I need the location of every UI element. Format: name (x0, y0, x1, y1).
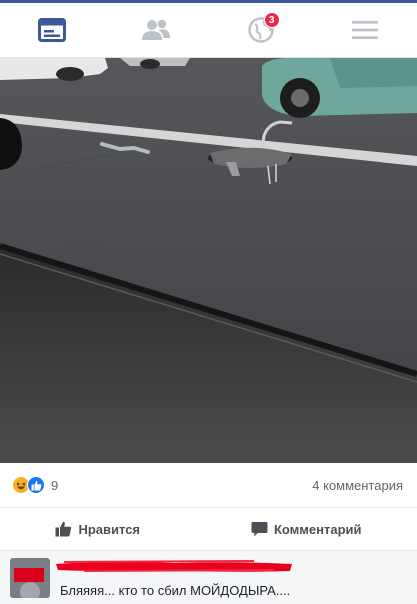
reaction-count: 9 (51, 477, 59, 493)
comments-count-link[interactable]: 4 комментария (312, 478, 403, 493)
road-scene-image (0, 58, 417, 463)
thumbs-up-icon (55, 521, 72, 537)
comment-button-label: Комментарий (273, 521, 362, 537)
friends-icon (142, 19, 171, 40)
comment-text: Бляяяя... кто то сбил МОЙДОДЫРА.... (60, 582, 291, 598)
post-photo[interactable] (0, 58, 417, 463)
comment-body: Бляяяя... кто то сбил МОЙДОДЫРА.... (56, 556, 407, 600)
post-stats-row: 9 4 комментария (0, 463, 417, 507)
like-button[interactable]: Нравится (45, 515, 150, 543)
commenter-avatar[interactable] (10, 557, 50, 598)
nav-friend-requests[interactable] (126, 10, 186, 50)
top-nav-bar: 3 (0, 0, 417, 58)
redacted-author-name (56, 559, 292, 572)
comment-preview: Бляяяя... кто то сбил МОЙДОДЫРА.... (0, 551, 417, 604)
comment-button[interactable]: Комментарий (241, 515, 372, 543)
nav-menu[interactable] (335, 10, 395, 50)
nav-news-feed[interactable] (22, 10, 82, 50)
notification-badge: 3 (263, 12, 280, 28)
nav-notifications[interactable]: 3 (231, 10, 291, 50)
comment-bubble-icon (251, 522, 268, 537)
news-feed-icon (38, 18, 67, 42)
reactions-summary[interactable]: 9 (12, 476, 58, 494)
like-button-label: Нравится (78, 521, 141, 537)
hamburger-menu-icon (351, 21, 378, 39)
like-reaction-icon (27, 476, 45, 494)
post-actions-row: Нравится Комментарий (0, 507, 417, 551)
facebook-mobile-screen: 3 9 4 комментария Нравится Комментарий Б… (0, 0, 417, 604)
